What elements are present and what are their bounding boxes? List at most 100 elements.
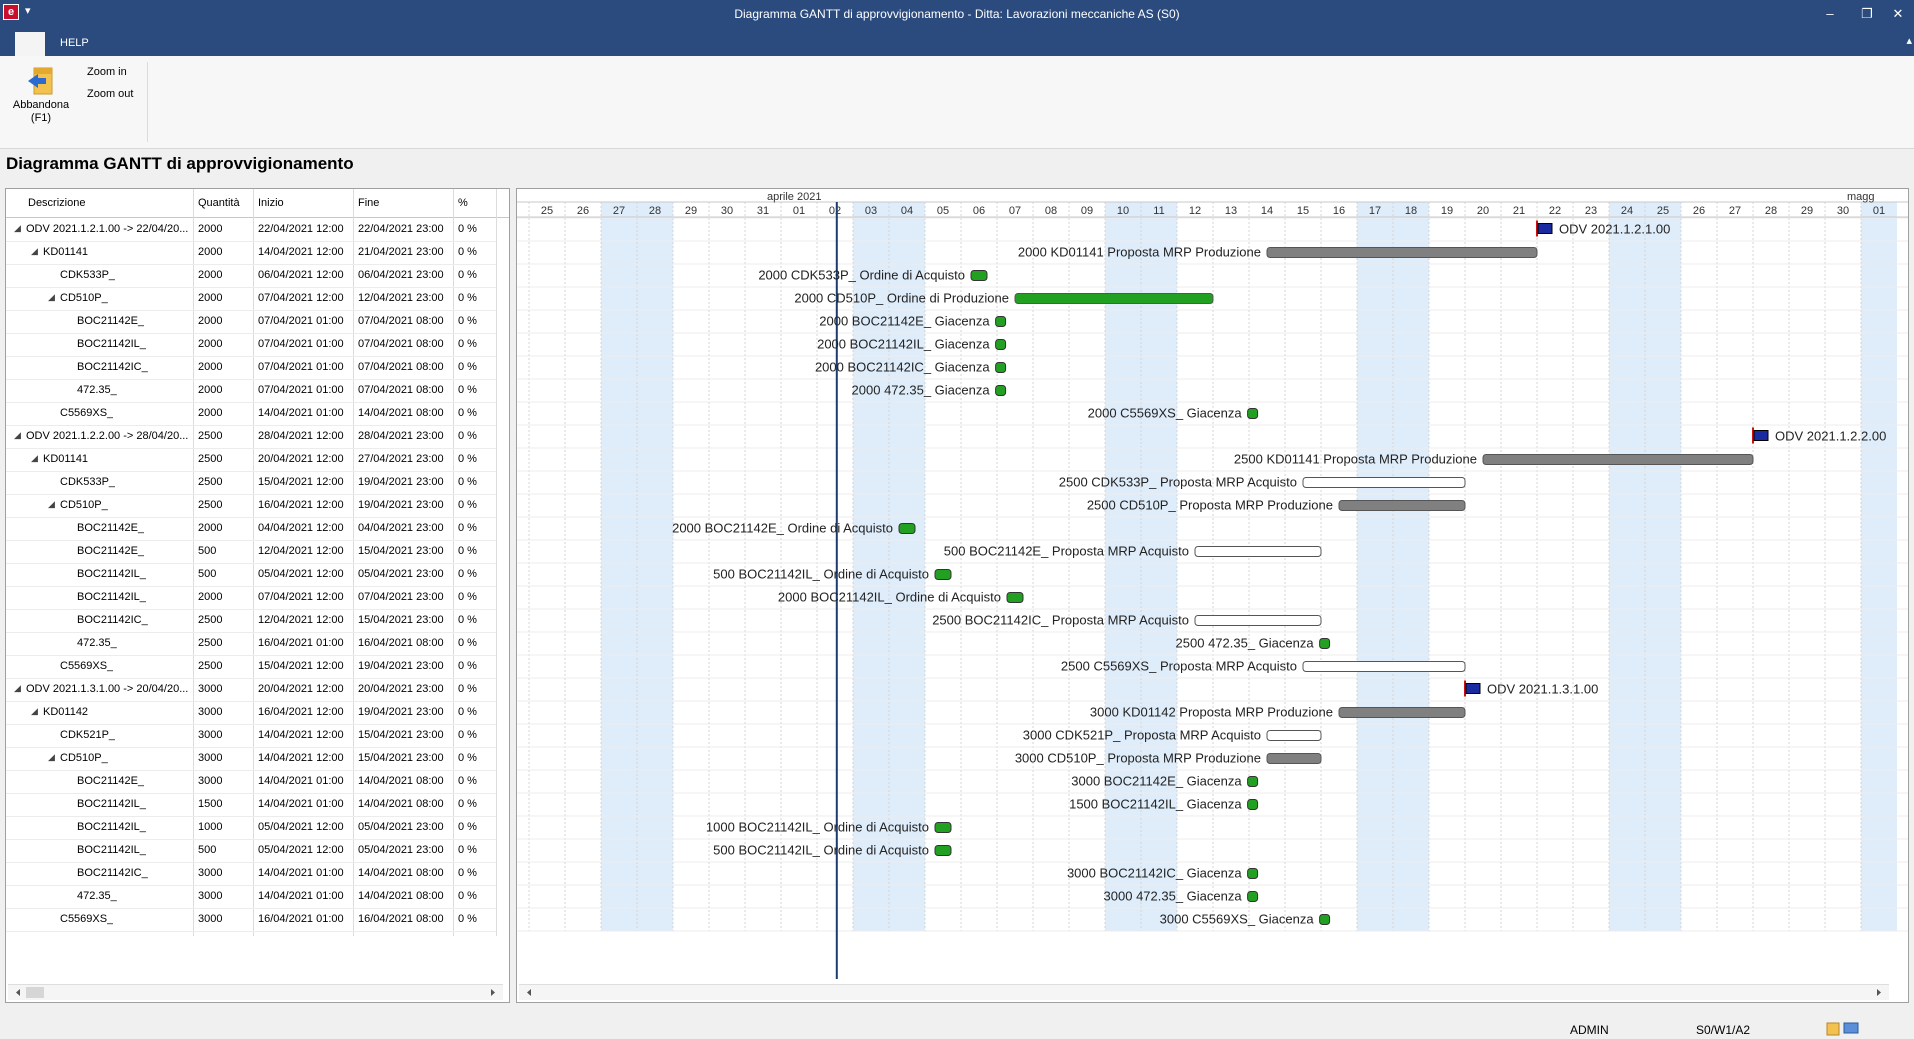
task-bar[interactable] (1014, 293, 1214, 304)
order-flag-icon[interactable] (1753, 430, 1769, 441)
cell-end: 21/04/2021 23:00 (358, 246, 444, 258)
grid-row[interactable]: CDK533P_ 2500 15/04/2021 12:00 19/04/2021 2… (6, 471, 496, 495)
file-tab[interactable] (15, 32, 45, 56)
grid-row[interactable]: BOC21142E_ 2000 07/04/2021 01:00 07/04/2021… (6, 310, 496, 334)
expander-icon[interactable]: ◢ (31, 453, 38, 464)
grid-row[interactable]: C5569XS_ 3000 16/04/2021 01:00 16/04/2021 0… (6, 908, 496, 932)
task-milestone[interactable] (995, 385, 1007, 396)
gantt-horizontal-scrollbar[interactable] (519, 984, 1889, 1000)
grid-row[interactable]: ◢ CD510P_ 2000 07/04/2021 12:00 12/04/2021 2… (6, 287, 496, 311)
order-flag-icon[interactable] (1537, 223, 1553, 234)
grid-row[interactable]: BOC21142IL_ 500 05/04/2021 12:00 05/04/2021… (6, 839, 496, 863)
cell-description: ODV 2021.1.2.1.00 -> 22/04/20... (26, 223, 189, 235)
grid-row[interactable]: ◢ KD01141 2000 14/04/2021 12:00 21/04/2021 2… (6, 241, 496, 265)
close-button[interactable]: ✕ (1878, 3, 1914, 25)
task-milestone[interactable] (1247, 799, 1259, 810)
expander-icon[interactable]: ◢ (31, 246, 38, 257)
cell-start: 07/04/2021 12:00 (258, 591, 344, 603)
day-label: 01 (1873, 205, 1885, 217)
cell-quantity: 500 (198, 568, 217, 580)
grid-row[interactable]: BOC21142IL_ 2000 07/04/2021 12:00 07/04/202… (6, 586, 496, 610)
grid-row[interactable]: ◢ KD01142 3000 16/04/2021 12:00 19/04/2021 2… (6, 701, 496, 725)
column-header-start[interactable]: Inizio (258, 197, 284, 209)
expander-icon[interactable]: ◢ (31, 706, 38, 717)
task-bar[interactable] (1338, 500, 1466, 511)
task-milestone[interactable] (1247, 891, 1259, 902)
task-bar[interactable] (1302, 477, 1466, 488)
grid-horizontal-scrollbar[interactable] (8, 984, 503, 1000)
grid-row[interactable]: BOC21142IL_ 2000 07/04/2021 01:00 07/04/202… (6, 333, 496, 357)
task-milestone[interactable] (934, 569, 952, 580)
grid-row[interactable]: BOC21142IL_ 1000 05/04/2021 12:00 05/04/202… (6, 816, 496, 840)
task-bar[interactable] (1338, 707, 1466, 718)
grid-row[interactable]: BOC21142E_ 500 12/04/2021 12:00 15/04/2021 … (6, 540, 496, 564)
grid-row[interactable]: 472.35_ 2500 16/04/2021 01:00 16/04/2021 08… (6, 632, 496, 656)
day-label: 29 (1801, 205, 1813, 217)
grid-row[interactable]: BOC21142IL_ 500 05/04/2021 12:00 05/04/2021… (6, 563, 496, 587)
column-header-percent[interactable]: % (458, 197, 468, 209)
grid-row[interactable]: 472.35_ 2000 07/04/2021 01:00 07/04/2021 08… (6, 379, 496, 403)
task-milestone[interactable] (995, 339, 1007, 350)
task-bar[interactable] (1302, 661, 1466, 672)
expander-icon[interactable]: ◢ (14, 223, 21, 234)
expander-icon[interactable]: ◢ (14, 683, 21, 694)
grid-row[interactable]: BOC21142IC_ 3000 14/04/2021 01:00 14/04/202… (6, 862, 496, 886)
task-label: 500 BOC21142E_ Proposta MRP Acquisto (944, 544, 1189, 559)
task-label: 1000 BOC21142IL_ Ordine di Acquisto (706, 820, 929, 835)
task-bar[interactable] (1266, 730, 1322, 741)
task-milestone[interactable] (898, 523, 916, 534)
column-header-end[interactable]: Fine (358, 197, 379, 209)
collapse-ribbon-icon[interactable]: ▴ (1906, 34, 1912, 47)
grid-row[interactable]: ◢ KD01141 2500 20/04/2021 12:00 27/04/2021 2… (6, 448, 496, 472)
tab-help[interactable]: HELP (60, 37, 89, 49)
task-bar[interactable] (1194, 615, 1322, 626)
grid-row[interactable]: 472.35_ 3000 14/04/2021 01:00 14/04/2021 08… (6, 885, 496, 909)
grid-row[interactable]: BOC21142IC_ 2000 07/04/2021 01:00 07/04/202… (6, 356, 496, 380)
grid-row[interactable]: CDK521P_ 3000 14/04/2021 12:00 15/04/2021 2… (6, 724, 496, 748)
grid-row[interactable]: ◢ CD510P_ 2500 16/04/2021 12:00 19/04/2021 2… (6, 494, 496, 518)
grid-row[interactable]: CDK533P_ 2000 06/04/2021 12:00 06/04/2021 2… (6, 264, 496, 288)
cell-description: CD510P_ (60, 292, 108, 304)
expander-icon[interactable]: ◢ (48, 499, 55, 510)
expander-icon[interactable]: ◢ (48, 752, 55, 763)
expander-icon[interactable]: ◢ (14, 430, 21, 441)
grid-row[interactable]: BOC21142E_ 2000 04/04/2021 12:00 04/04/2021… (6, 517, 496, 541)
task-milestone[interactable] (1247, 776, 1259, 787)
expander-icon[interactable]: ◢ (48, 292, 55, 303)
minimize-button[interactable]: – (1810, 3, 1850, 25)
cell-start: 07/04/2021 01:00 (258, 384, 344, 396)
cell-start: 05/04/2021 12:00 (258, 821, 344, 833)
task-milestone[interactable] (1247, 868, 1259, 879)
grid-row[interactable]: BOC21142IC_ 2500 12/04/2021 12:00 15/04/202… (6, 609, 496, 633)
grid-row[interactable]: ◢ CD510P_ 3000 14/04/2021 12:00 15/04/2021 2… (6, 747, 496, 771)
task-milestone[interactable] (1319, 914, 1331, 925)
day-label: 18 (1405, 205, 1417, 217)
task-bar[interactable] (1482, 454, 1754, 465)
task-milestone[interactable] (1247, 408, 1259, 419)
grid-row[interactable]: ◢ ODV 2021.1.3.1.00 -> 20/04/20... 3000 20/… (6, 678, 496, 702)
task-milestone[interactable] (1006, 592, 1024, 603)
zoom-out-button[interactable]: Zoom out (87, 88, 133, 100)
page-title: Diagramma GANTT di approvvigionamento (6, 154, 354, 173)
column-header-description[interactable]: Descrizione (28, 197, 85, 209)
grid-row[interactable]: C5569XS_ 2500 15/04/2021 12:00 19/04/2021 2… (6, 655, 496, 679)
exit-button[interactable]: Abbandona (F1) (6, 66, 76, 136)
task-milestone[interactable] (970, 270, 988, 281)
column-header-quantity[interactable]: Quantità (198, 197, 240, 209)
task-milestone[interactable] (934, 845, 952, 856)
task-bar[interactable] (1266, 753, 1322, 764)
grid-row[interactable]: BOC21142E_ 3000 14/04/2021 01:00 14/04/2021… (6, 770, 496, 794)
zoom-in-button[interactable]: Zoom in (87, 66, 127, 78)
grid-row[interactable]: BOC21142IL_ 1500 14/04/2021 01:00 14/04/202… (6, 793, 496, 817)
task-bar[interactable] (1266, 247, 1538, 258)
task-milestone[interactable] (995, 362, 1007, 373)
order-flag-icon[interactable] (1465, 683, 1481, 694)
cell-quantity: 3000 (198, 729, 223, 741)
task-bar[interactable] (1194, 546, 1322, 557)
grid-row[interactable]: C5569XS_ 2000 14/04/2021 01:00 14/04/2021 0… (6, 402, 496, 426)
task-milestone[interactable] (934, 822, 952, 833)
grid-row[interactable]: ◢ ODV 2021.1.2.1.00 -> 22/04/20... 2000 22/… (6, 218, 496, 242)
grid-row[interactable]: ◢ ODV 2021.1.2.2.00 -> 28/04/20... 2500 28/… (6, 425, 496, 449)
task-milestone[interactable] (995, 316, 1007, 327)
task-milestone[interactable] (1319, 638, 1331, 649)
